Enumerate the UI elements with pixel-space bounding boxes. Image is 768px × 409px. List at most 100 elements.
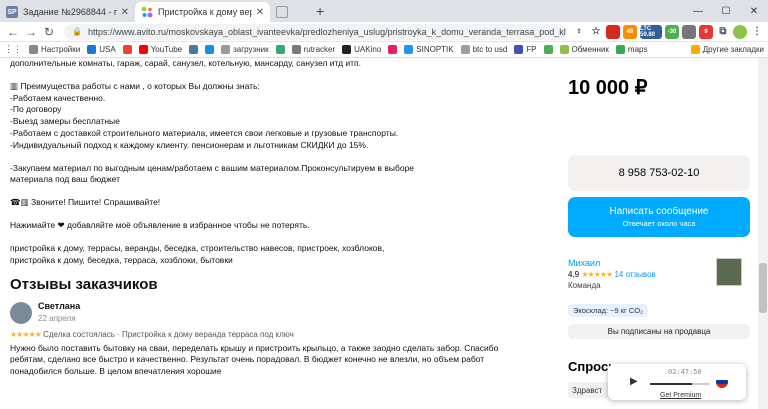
bookmark-settings[interactable]: Настройки: [29, 45, 80, 54]
description-line: ☎▥ Звоните! Пишите! Спрашивайте!: [10, 197, 161, 208]
minimize-icon[interactable]: —: [684, 0, 712, 22]
forward-icon[interactable]: →: [22, 25, 40, 39]
close-tab-icon[interactable]: ✕: [256, 7, 264, 18]
bookmark-obmennik[interactable]: Обменник: [559, 45, 609, 54]
ad-description: дополнительные комнаты, гараж, сарай, са…: [10, 58, 550, 378]
bookmark-zagruznik[interactable]: загрузник: [221, 45, 269, 54]
puzzle-icon[interactable]: ⧉: [716, 25, 730, 39]
description-line: -Закупаем материал по выгодным ценам/раб…: [10, 162, 415, 173]
bookmark-music[interactable]: [388, 45, 398, 54]
settings-icon: [29, 45, 38, 54]
maximize-icon[interactable]: ☐: [712, 0, 740, 22]
bookmark-sinoptik[interactable]: SINOPTIK: [404, 45, 454, 54]
show-phone-button[interactable]: 8 958 753-02-10: [568, 155, 750, 191]
apps-grid-icon[interactable]: ⋮⋮: [4, 44, 22, 55]
rutracker-icon: [291, 45, 301, 54]
btc-icon: [460, 45, 470, 54]
badge-extension-icon[interactable]: 9: [699, 24, 713, 39]
get-premium-link[interactable]: Get Premium: [660, 392, 701, 399]
profile-avatar-icon[interactable]: [733, 24, 747, 39]
description-line: -Работаем качественно.: [10, 92, 106, 103]
temperature-extension-icon[interactable]: -30: [665, 24, 679, 39]
description-line: -По договору: [10, 104, 62, 115]
bookmark-usa[interactable]: USA: [87, 45, 116, 54]
reviewer-name[interactable]: Светлана: [38, 301, 80, 313]
scrollbar[interactable]: [758, 58, 768, 409]
bookmark-mail[interactable]: [205, 45, 215, 54]
close-tab-icon[interactable]: ✕: [121, 7, 129, 18]
eco-badge[interactable]: Экосклад: ~9 кг CO₂: [568, 304, 649, 317]
rating-stars: ★★★★★: [10, 329, 42, 339]
fp-icon: [514, 45, 524, 54]
message-button-label: Написать сообщение: [609, 206, 709, 217]
seller-card: Михаил 4,9 ★★★★★ 14 отзывов Команда: [568, 258, 750, 300]
bookmark-youtube[interactable]: YouTube: [138, 45, 182, 54]
review-meta: ★★★★★ Сделка состоялась · Пристройка к д…: [10, 329, 550, 341]
tab-label: Задание №2968844 - просмотр и: [23, 7, 117, 17]
seller-reviews-link[interactable]: 14 отзывов: [614, 270, 655, 279]
bookmark-vk[interactable]: [189, 45, 199, 54]
russia-flag-icon[interactable]: [716, 376, 728, 388]
avito-icon: [141, 6, 153, 18]
exchange-icon: [559, 45, 569, 54]
weather-extension-icon[interactable]: 49: [623, 24, 637, 39]
response-time: Отвечает около часа: [622, 219, 696, 228]
bookmark-btc[interactable]: btc to usd: [460, 45, 507, 54]
description-line: -Выезд замеры бесплатные: [10, 116, 120, 127]
mail-icon: [205, 45, 215, 54]
bookmark-extra[interactable]: [543, 45, 553, 54]
widget-time: 02:47:50: [668, 368, 702, 376]
tab-avito[interactable]: Пристройка к дому веранда терра ✕: [135, 2, 270, 22]
seller-photo[interactable]: [716, 258, 742, 286]
scrollbar-thumb[interactable]: [759, 263, 767, 313]
menu-icon[interactable]: ⋮: [750, 25, 764, 39]
avatar[interactable]: [10, 301, 32, 324]
description-gap: [10, 152, 550, 163]
url-field[interactable]: 🔒 https://www.avito.ru/moskovskaya_oblas…: [64, 23, 566, 40]
bookmark-gmail[interactable]: [122, 45, 132, 54]
url-text: https://www.avito.ru/moskovskaya_oblast_…: [87, 26, 566, 37]
review-deal: Сделка состоялась · Пристройка к дому ве…: [43, 329, 294, 339]
write-message-button[interactable]: Написать сообщение Отвечает около часа: [568, 197, 750, 237]
ltc-extension-icon[interactable]: LTC 59.80: [640, 24, 662, 39]
seller-stars: ★★★★★: [581, 270, 613, 279]
usa-icon: [87, 45, 97, 54]
star-bookmark-icon[interactable]: ☆: [589, 25, 603, 39]
extension-icon[interactable]: [682, 24, 696, 39]
tab-label: Пристройка к дому веранда терра: [158, 7, 252, 17]
close-window-icon[interactable]: ✕: [740, 0, 768, 22]
back-icon[interactable]: ←: [4, 25, 22, 39]
extensions: ⇪ ☆ 49 LTC 59.80 -30 9 ⧉ ⋮: [572, 24, 764, 39]
subscribed-button[interactable]: Вы подписаны на продавца: [568, 324, 750, 339]
description-gap: [10, 209, 550, 220]
bookmark-fp[interactable]: FP: [514, 45, 537, 54]
new-tab-icon[interactable]: +: [310, 3, 330, 22]
flag-extension-icon[interactable]: [606, 24, 620, 39]
uakino-icon: [342, 45, 352, 54]
share-icon[interactable]: ⇪: [572, 25, 586, 39]
bookmark-rutracker[interactable]: rutracker: [291, 45, 335, 54]
bookmark-icon: [543, 45, 553, 54]
tab-blank[interactable]: [270, 2, 310, 22]
sp-icon: SP: [6, 6, 18, 18]
audio-widget: 02:47:50 ▶ Get Premium: [608, 364, 746, 400]
reload-icon[interactable]: ↻: [40, 25, 58, 39]
bookmark-uakino[interactable]: UAKino: [342, 45, 381, 54]
description-text: дополнительные комнаты, гараж, сарай, са…: [10, 58, 550, 266]
description-line: материала под ваш бюджет: [10, 174, 120, 185]
bookmark-maps[interactable]: maps: [615, 45, 647, 54]
vk-icon: [189, 45, 199, 54]
description-line: ▥ Преимущества работы с нами , о которых…: [10, 80, 260, 91]
tab-zadanie[interactable]: SP Задание №2968844 - просмотр и ✕: [0, 2, 135, 22]
description-gap: [10, 186, 550, 197]
download-icon: [221, 45, 231, 54]
bookmarks-bar: ⋮⋮ Настройки USA YouTube загрузник rutra…: [0, 42, 768, 58]
description-line: Нажимайте ❤ добавляйте моё объявление в …: [10, 219, 310, 230]
widget-progress[interactable]: [650, 383, 710, 385]
maps-icon: [615, 45, 625, 54]
lock-icon[interactable]: 🔒: [72, 27, 82, 36]
play-icon[interactable]: ▶: [630, 376, 642, 390]
bookmark-book[interactable]: [275, 45, 285, 54]
other-bookmarks[interactable]: Другие закладки: [690, 45, 764, 54]
review-text: Нужно было поставить бытовку на сваи, пе…: [10, 342, 499, 377]
